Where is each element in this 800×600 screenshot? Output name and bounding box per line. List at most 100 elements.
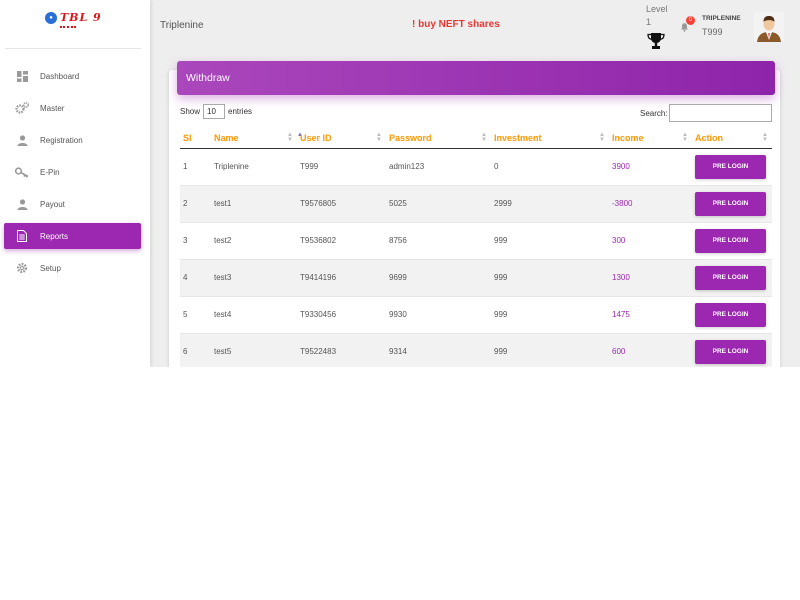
cell-income: 3900	[609, 148, 692, 186]
cell-user-id: T9330456	[297, 296, 386, 334]
logo[interactable]: ● TBL 9	[45, 11, 102, 24]
person-icon	[4, 198, 40, 210]
cell-sl: 4	[180, 259, 211, 297]
table-row: 4 test3 T9414196 9699 999 1300 PRE LOGIN	[180, 259, 772, 297]
sidebar-item-registration[interactable]: Registration	[4, 124, 141, 156]
column-header-label: Password	[389, 133, 432, 144]
trophy-icon[interactable]	[647, 32, 665, 55]
cell-user-id: T9536802	[297, 222, 386, 260]
user-name: TRIPLENINE	[702, 15, 741, 22]
cell-sl: 5	[180, 296, 211, 334]
show-label: Show	[180, 107, 201, 116]
table-row: 2 test1 T9576805 5025 2999 -3800 PRE LOGIN	[180, 185, 772, 223]
column-header-label: Sl	[183, 133, 192, 144]
cell-sl: 6	[180, 333, 211, 367]
sort-arrows-icon: ▲ ▼	[481, 132, 487, 143]
cell-action: PRE LOGIN	[692, 222, 772, 260]
buy-shares-link[interactable]: ! buy NEFT shares	[412, 19, 500, 30]
column-header-label: Name	[214, 133, 239, 144]
card-header: Withdraw	[177, 61, 775, 95]
column-header-action[interactable]: Action ▲ ▼	[692, 129, 772, 149]
pre-login-button[interactable]: PRE LOGIN	[695, 228, 766, 253]
person-icon	[4, 134, 40, 146]
column-header-name[interactable]: Name ▲ ▼	[211, 129, 297, 149]
dashboard-icon	[4, 70, 40, 82]
cell-name: test4	[211, 296, 297, 334]
sidebar-item-label: Setup	[40, 263, 61, 273]
cell-investment: 999	[491, 222, 609, 260]
app-window: ● TBL 9 Dashboard Master Registration E-…	[0, 0, 800, 367]
user-id: T999	[702, 27, 723, 37]
cell-investment: 0	[491, 148, 609, 186]
cell-income: -3800	[609, 185, 692, 223]
cell-name: test2	[211, 222, 297, 260]
sidebar-item-label: Payout	[40, 199, 65, 209]
pre-login-button[interactable]: PRE LOGIN	[695, 302, 766, 327]
sidebar-item-label: Master	[40, 103, 65, 113]
cell-user-id: T9576805	[297, 185, 386, 223]
pre-login-button[interactable]: PRE LOGIN	[695, 339, 766, 364]
sort-arrows-icon: ▲ ▼	[599, 132, 605, 143]
search-label: Search:	[640, 109, 668, 118]
navbar-brand[interactable]: Triplenine	[160, 20, 204, 31]
column-header-user-id[interactable]: User ID ▲ ▼	[297, 129, 386, 149]
table-row: 1 Triplenine T999 admin123 0 3900 PRE LOGIN	[180, 148, 772, 186]
cell-action: PRE LOGIN	[692, 296, 772, 334]
column-header-password[interactable]: Password ▲ ▼	[386, 129, 491, 149]
cell-password: 9699	[386, 259, 491, 297]
show-entries-control: Show 10 entries	[180, 104, 252, 119]
search-input[interactable]	[669, 104, 772, 122]
cell-investment: 2999	[491, 185, 609, 223]
column-header-label: Income	[612, 133, 644, 144]
cell-password: 9314	[386, 333, 491, 367]
sidebar-item-master[interactable]: Master	[4, 92, 141, 124]
entries-select[interactable]: 10	[203, 104, 226, 119]
sidebar-item-dashboard[interactable]: Dashboard	[4, 60, 141, 92]
sort-arrows-icon: ▲ ▼	[287, 132, 293, 143]
cell-action: PRE LOGIN	[692, 185, 772, 223]
sidebar-item-setup[interactable]: Setup	[4, 252, 141, 284]
pre-login-button[interactable]: PRE LOGIN	[695, 265, 766, 290]
sidebar-item-reports[interactable]: Reports	[4, 223, 141, 249]
table-row: 5 test4 T9330456 9930 999 1475 PRE LOGIN	[180, 296, 772, 334]
column-header-label: Action	[695, 133, 723, 144]
column-header-sl[interactable]: Sl ▲	[180, 129, 303, 149]
entries-label: entries	[228, 107, 253, 116]
cell-income: 600	[609, 333, 692, 367]
card-title: Withdraw	[186, 72, 230, 84]
level-value: 1	[646, 17, 652, 27]
pre-login-button[interactable]: PRE LOGIN	[695, 191, 766, 216]
logo-globe-icon: ●	[45, 11, 57, 24]
sidebar: ● TBL 9 Dashboard Master Registration E-…	[0, 0, 150, 367]
pre-login-button[interactable]: PRE LOGIN	[695, 154, 766, 179]
document-icon	[4, 230, 40, 242]
column-header-investment[interactable]: Investment ▲ ▼	[491, 129, 609, 149]
cell-income: 300	[609, 222, 692, 260]
sidebar-item-payout[interactable]: Payout	[4, 188, 141, 220]
sort-arrows-icon: ▲ ▼	[762, 132, 768, 143]
cell-name: test3	[211, 259, 297, 297]
notification-badge: 0	[686, 16, 695, 25]
sort-arrows-icon: ▲ ▼	[376, 132, 382, 143]
cell-investment: 999	[491, 259, 609, 297]
sidebar-item-label: Registration	[40, 135, 83, 145]
table-row: 6 test5 T9522483 9314 999 600 PRE LOGIN	[180, 333, 772, 367]
avatar[interactable]	[754, 12, 784, 42]
table-body: 1 Triplenine T999 admin123 0 3900 PRE LOGIN 2 te…	[180, 148, 772, 367]
cell-income: 1300	[609, 259, 692, 297]
cell-sl: 1	[180, 148, 211, 186]
cell-action: PRE LOGIN	[692, 259, 772, 297]
cell-investment: 999	[491, 296, 609, 334]
sidebar-item-e-pin[interactable]: E-Pin	[4, 156, 141, 188]
cell-investment: 999	[491, 333, 609, 367]
cell-user-id: T9414196	[297, 259, 386, 297]
withdraw-table: Sl ▲ Name ▲ ▼ User ID ▲ ▼ Password ▲ ▼ Investment ▲ ▼…	[180, 129, 772, 367]
sort-arrows-icon: ▲ ▼	[682, 132, 688, 143]
table-header-row: Sl ▲ Name ▲ ▼ User ID ▲ ▼ Password ▲ ▼ Investment ▲ ▼…	[180, 129, 772, 149]
cell-name: test1	[211, 185, 297, 223]
table-row: 3 test2 T9536802 8756 999 300 PRE LOGIN	[180, 222, 772, 260]
cell-income: 1475	[609, 296, 692, 334]
sidebar-item-label: Reports	[40, 231, 69, 241]
column-header-income[interactable]: Income ▲ ▼	[609, 129, 692, 149]
cell-name: Triplenine	[211, 148, 297, 186]
